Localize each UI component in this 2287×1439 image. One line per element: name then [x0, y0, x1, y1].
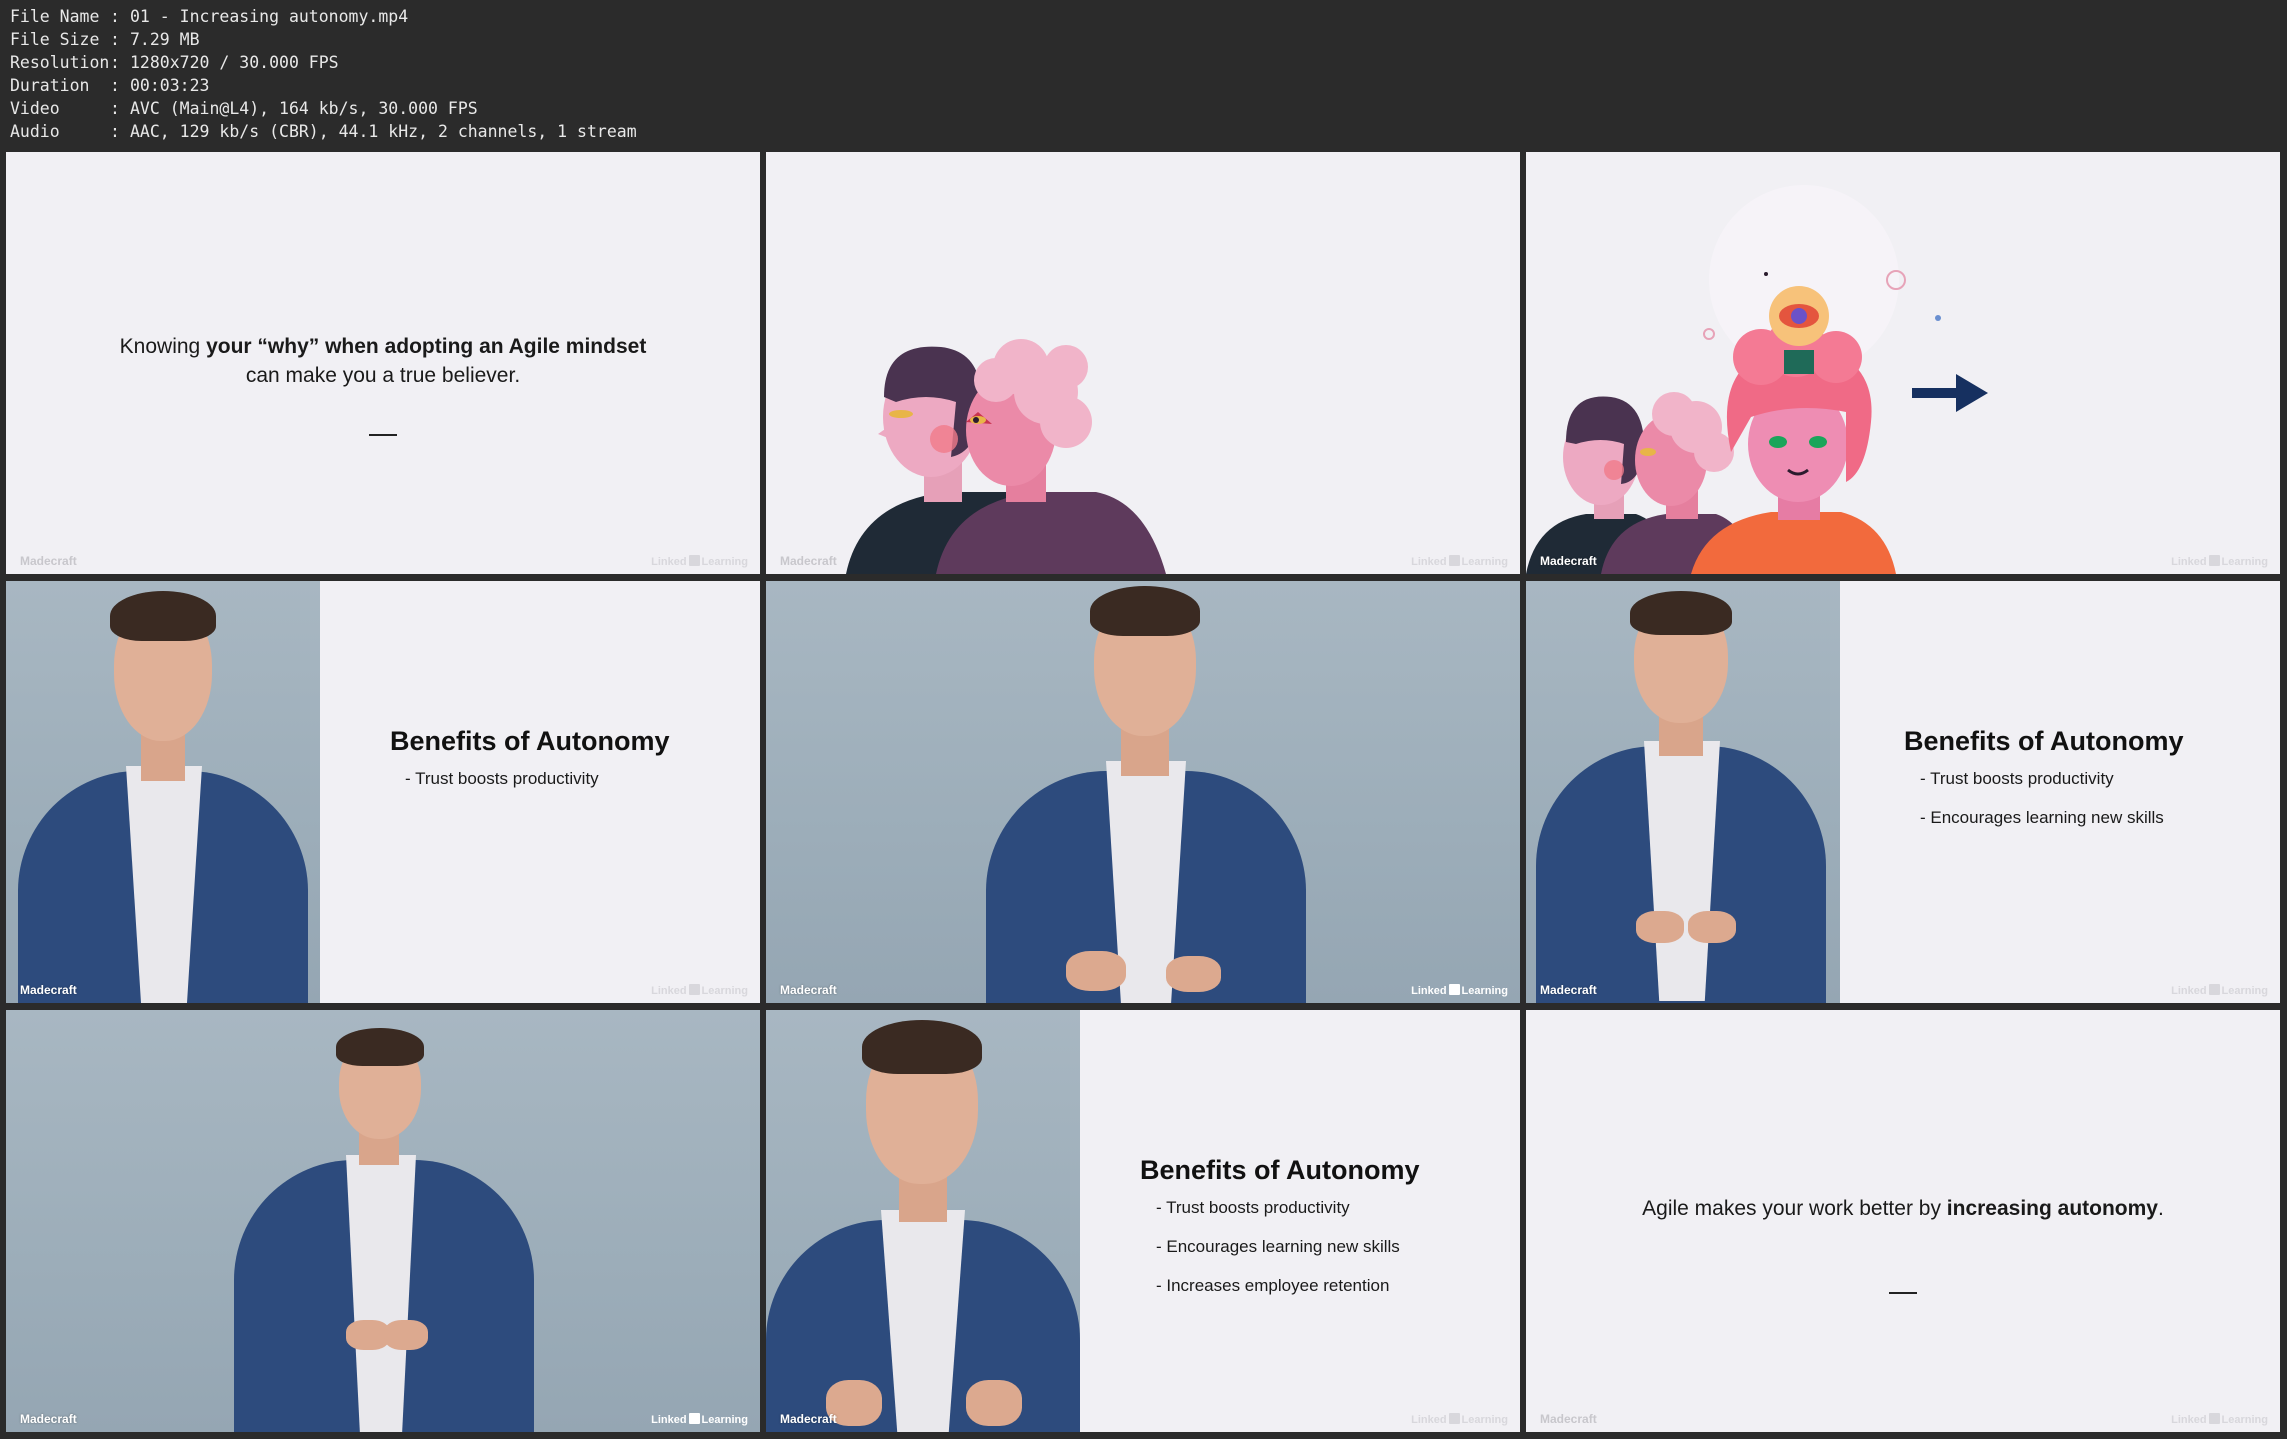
madecraft-watermark: Madecraft — [780, 1412, 837, 1426]
illustration-idea-arrow — [1526, 185, 1988, 574]
bullet-2: - Encourages learning new skills — [1920, 808, 2164, 827]
linkedin-learning-watermark: Linked Learning — [651, 984, 748, 997]
video-row: Video: AVC (Main@L4), 164 kb/s, 30.000 FP… — [10, 99, 478, 118]
thumbnail-frame-5[interactable]: Madecraft Linked Learning — [766, 581, 1520, 1003]
thumbnail-frame-7[interactable]: Madecraft Linked Learning — [6, 1010, 760, 1432]
linkedin-icon — [688, 555, 700, 566]
linkedin-icon — [1448, 555, 1460, 566]
thumbnail-frame-8[interactable]: Benefits of Autonomy - Trust boosts prod… — [766, 1010, 1520, 1432]
linkedin-learning-watermark: Linked Learning — [1411, 1413, 1508, 1426]
thumbnail-frame-4[interactable]: Benefits of Autonomy - Trust boosts prod… — [6, 581, 760, 1003]
linkedin-learning-watermark: Linked Learning — [1411, 555, 1508, 568]
bullet-2: - Encourages learning new skills — [1156, 1237, 1400, 1256]
linkedin-learning-watermark: Linked Learning — [1411, 984, 1508, 997]
linkedin-icon — [688, 1413, 700, 1424]
madecraft-watermark: Madecraft — [20, 1412, 77, 1426]
video-value: AVC (Main@L4), 164 kb/s, 30.000 FPS — [130, 99, 478, 118]
file-info-panel: File Name:01 - Increasing autonomy.mp4 F… — [10, 5, 637, 143]
linkedin-icon — [2208, 984, 2220, 995]
benefits-title: Benefits of Autonomy — [1904, 726, 2184, 756]
linkedin-learning-watermark: Linked Learning — [2171, 555, 2268, 568]
linkedin-learning-watermark: Linked Learning — [651, 1413, 748, 1426]
slide-dash — [369, 434, 397, 436]
linkedin-learning-watermark: Linked Learning — [651, 555, 748, 568]
benefits-panel: Benefits of Autonomy - Trust boosts prod… — [1080, 1010, 1520, 1432]
benefits-panel: Benefits of Autonomy - Trust boosts prod… — [320, 581, 760, 1003]
bullet-1: - Trust boosts productivity — [405, 769, 599, 788]
thumbnail-frame-6[interactable]: Benefits of Autonomy - Trust boosts prod… — [1526, 581, 2280, 1003]
linkedin-icon — [2208, 555, 2220, 566]
illustration-two-people — [846, 339, 1166, 574]
audio-value: AAC, 129 kb/s (CBR), 44.1 kHz, 2 channel… — [130, 122, 637, 141]
benefits-panel: Benefits of Autonomy - Trust boosts prod… — [1840, 581, 2280, 1003]
thumbnail-frame-9[interactable]: Agile makes your work better by increasi… — [1526, 1010, 2280, 1432]
linkedin-icon — [688, 984, 700, 995]
linkedin-icon — [2208, 1413, 2220, 1424]
madecraft-watermark: Madecraft — [20, 554, 77, 568]
thumbnail-frame-1[interactable]: Knowing your “why” when adopting an Agil… — [6, 152, 760, 574]
duration-row: Duration:00:03:23 — [10, 76, 210, 95]
benefits-title: Benefits of Autonomy — [390, 726, 670, 756]
presenter-video — [1526, 581, 1840, 1003]
presenter-video — [766, 1010, 1080, 1432]
presenter-video — [6, 581, 320, 1003]
slide-dash — [1889, 1292, 1917, 1294]
bullet-1: - Trust boosts productivity — [1920, 769, 2114, 788]
thumbnail-frame-3[interactable]: Madecraft Linked Learning — [1526, 152, 2280, 574]
madecraft-watermark: Madecraft — [1540, 554, 1597, 568]
bullet-1: - Trust boosts productivity — [1156, 1198, 1350, 1217]
madecraft-watermark: Madecraft — [780, 554, 837, 568]
file-size-row: File Size:7.29 MB — [10, 30, 200, 49]
file-size-value: 7.29 MB — [130, 30, 200, 49]
presenter-video — [6, 1010, 760, 1432]
presenter-video — [766, 581, 1520, 1003]
bullet-3: - Increases employee retention — [1156, 1276, 1390, 1295]
resolution-value: 1280x720 / 30.000 FPS — [130, 53, 339, 72]
linkedin-learning-watermark: Linked Learning — [2171, 1413, 2268, 1426]
madecraft-watermark: Madecraft — [20, 983, 77, 997]
duration-value: 00:03:23 — [130, 76, 210, 95]
madecraft-watermark: Madecraft — [780, 983, 837, 997]
benefits-title: Benefits of Autonomy — [1140, 1155, 1420, 1185]
slide-summary: Agile makes your work better by increasi… — [1642, 1197, 2164, 1220]
linkedin-icon — [1448, 1413, 1460, 1424]
file-name-row: File Name:01 - Increasing autonomy.mp4 — [10, 7, 409, 26]
madecraft-watermark: Madecraft — [1540, 1412, 1597, 1426]
file-name-value: 01 - Increasing autonomy.mp4 — [130, 7, 409, 26]
resolution-row: Resolution:1280x720 / 30.000 FPS — [10, 53, 339, 72]
linkedin-icon — [1448, 984, 1460, 995]
thumbnail-frame-2[interactable]: Madecraft Linked Learning — [766, 152, 1520, 574]
madecraft-watermark: Madecraft — [1540, 983, 1597, 997]
audio-row: Audio: AAC, 129 kb/s (CBR), 44.1 kHz, 2 c… — [10, 122, 637, 141]
linkedin-learning-watermark: Linked Learning — [2171, 984, 2268, 997]
slide-quote: Knowing your “why” when adopting an Agil… — [119, 335, 647, 387]
